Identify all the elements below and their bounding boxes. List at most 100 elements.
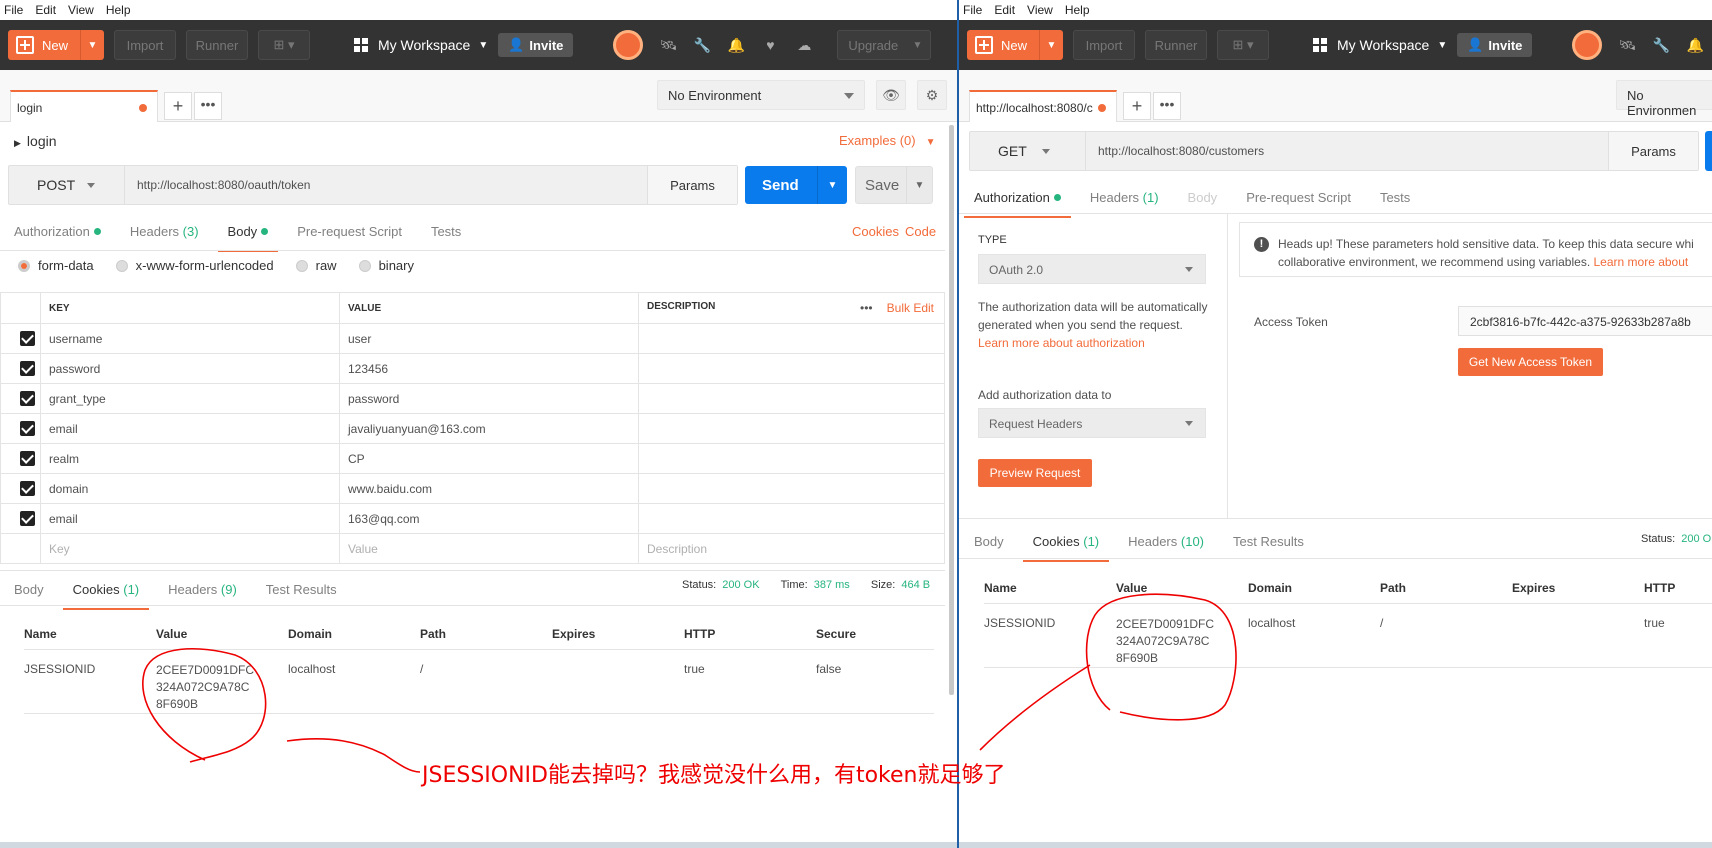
heart-icon[interactable]: ♥ — [761, 36, 779, 54]
wrench-icon[interactable]: 🔧 — [693, 36, 711, 54]
examples-dropdown[interactable]: Examples (0) ▼ — [839, 133, 935, 148]
key-cell[interactable]: realm — [40, 443, 340, 474]
request-name[interactable]: ▶ login — [14, 133, 57, 149]
tab-headers[interactable]: Headers (3) — [130, 222, 199, 252]
eye-icon[interactable]: 👁 — [876, 80, 906, 110]
value-cell[interactable]: javaliyuanyuan@163.com — [339, 413, 639, 444]
add-tab-button[interactable]: + — [164, 92, 192, 120]
key-placeholder[interactable]: Key — [40, 533, 340, 564]
description-cell[interactable] — [638, 503, 945, 534]
environment-select[interactable]: No Environment — [657, 80, 865, 110]
get-new-access-token-button[interactable]: Get New Access Token — [1458, 348, 1603, 376]
row-checkbox[interactable] — [0, 473, 41, 504]
menu-view[interactable]: View — [68, 3, 94, 17]
row-checkbox[interactable] — [0, 353, 41, 384]
send-button[interactable]: Send ▼ — [745, 166, 847, 204]
bell-icon[interactable]: 🔔 — [1686, 36, 1704, 54]
import-button[interactable]: Import — [1073, 30, 1135, 60]
scrollbar[interactable] — [949, 125, 954, 695]
value-placeholder[interactable]: Value — [339, 533, 639, 564]
method-select[interactable]: GET — [970, 132, 1086, 170]
value-cell[interactable]: password — [339, 383, 639, 414]
params-button[interactable]: Params — [1608, 132, 1698, 170]
upgrade-button[interactable]: Upgrade ▼ — [837, 30, 932, 60]
menu-view[interactable]: View — [1027, 3, 1053, 17]
value-cell[interactable]: user — [339, 323, 639, 354]
menu-file[interactable]: File — [963, 3, 982, 17]
save-button[interactable]: Save ▼ — [855, 166, 933, 204]
bulk-edit-link[interactable]: Bulk Edit — [887, 301, 934, 315]
description-cell[interactable] — [638, 353, 945, 384]
more-tabs-button[interactable]: ••• — [1153, 92, 1181, 120]
key-cell[interactable]: username — [40, 323, 340, 354]
row-checkbox[interactable] — [0, 383, 41, 414]
add-tab-button[interactable]: + — [1123, 92, 1151, 120]
new-window-button[interactable]: ⊞ ▾ — [258, 30, 310, 60]
row-checkbox[interactable] — [0, 413, 41, 444]
tab-authorization[interactable]: Authorization — [14, 222, 101, 252]
menu-help[interactable]: Help — [106, 3, 131, 17]
new-dropdown-icon[interactable]: ▼ — [1039, 30, 1063, 60]
description-cell[interactable] — [638, 443, 945, 474]
menu-file[interactable]: File — [4, 3, 23, 17]
radio-raw[interactable]: raw — [295, 258, 337, 273]
send-button[interactable] — [1705, 131, 1712, 171]
key-cell[interactable]: grant_type — [40, 383, 340, 414]
url-input[interactable]: http://localhost:8080/customers — [1086, 144, 1608, 158]
tab-tests[interactable]: Tests — [431, 222, 461, 252]
new-dropdown-icon[interactable]: ▼ — [80, 30, 104, 60]
radio-urlencoded[interactable]: x-www-form-urlencoded — [115, 258, 274, 273]
key-cell[interactable]: domain — [40, 473, 340, 504]
url-input[interactable]: http://localhost:8080/oauth/token — [125, 178, 647, 192]
method-select[interactable]: POST — [9, 166, 125, 204]
key-cell[interactable]: password — [40, 353, 340, 384]
code-link[interactable]: Code — [905, 224, 936, 239]
tab-body[interactable]: Body — [217, 222, 278, 252]
add-to-select[interactable]: Request Headers — [978, 408, 1206, 438]
learn-more-link[interactable]: Learn more about — [1594, 255, 1689, 269]
workspace-selector[interactable]: My Workspace ▼ — [1313, 37, 1447, 53]
import-button[interactable]: Import — [114, 30, 176, 60]
params-button[interactable]: Params — [647, 166, 737, 204]
description-cell[interactable] — [638, 323, 945, 354]
runner-button[interactable]: Runner — [186, 30, 248, 60]
sync-icon[interactable] — [613, 30, 644, 60]
row-checkbox[interactable] — [0, 323, 41, 354]
environment-select[interactable]: No Environmen — [1616, 80, 1712, 118]
row-checkbox[interactable] — [0, 503, 41, 534]
description-cell[interactable] — [638, 383, 945, 414]
value-cell[interactable]: www.baidu.com — [339, 473, 639, 504]
value-cell[interactable]: CP — [339, 443, 639, 474]
key-cell[interactable]: email — [40, 503, 340, 534]
cloud-icon[interactable]: ☁ — [795, 36, 813, 54]
new-button[interactable]: New ▼ — [8, 30, 104, 60]
workspace-selector[interactable]: My Workspace ▼ — [354, 37, 488, 53]
description-placeholder[interactable]: Description — [638, 533, 945, 564]
value-cell[interactable]: 123456 — [339, 353, 639, 384]
send-dropdown-icon[interactable]: ▼ — [817, 166, 847, 204]
menu-edit[interactable]: Edit — [35, 3, 56, 17]
menu-edit[interactable]: Edit — [994, 3, 1015, 17]
gear-icon[interactable]: ⚙ — [917, 80, 947, 110]
invite-button[interactable]: 👤 Invite — [1457, 33, 1533, 57]
cookies-link[interactable]: Cookies — [852, 224, 899, 239]
key-cell[interactable]: email — [40, 413, 340, 444]
tab-prerequest[interactable]: Pre-request Script — [297, 222, 402, 252]
radio-binary[interactable]: binary — [358, 258, 414, 273]
row-checkbox[interactable] — [0, 443, 41, 474]
invite-button[interactable]: 👤 Invite — [498, 33, 574, 57]
description-cell[interactable] — [638, 413, 945, 444]
request-tab-login[interactable]: login — [10, 90, 158, 122]
new-button[interactable]: New ▼ — [967, 30, 1063, 60]
radio-form-data[interactable]: form-data — [18, 258, 94, 273]
request-tab-customers[interactable]: http://localhost:8080/c — [969, 90, 1117, 122]
access-token-input[interactable]: 2cbf3816-b7fc-442c-a375-92633b287a8b — [1458, 306, 1712, 336]
sync-icon[interactable] — [1572, 30, 1603, 60]
description-cell[interactable] — [638, 473, 945, 504]
satellite-icon[interactable]: 🛰 — [1618, 36, 1637, 54]
value-cell[interactable]: 163@qq.com — [339, 503, 639, 534]
runner-button[interactable]: Runner — [1145, 30, 1207, 60]
more-options-icon[interactable]: ••• — [860, 301, 873, 315]
bell-icon[interactable]: 🔔 — [727, 36, 745, 54]
satellite-icon[interactable]: 🛰 — [659, 36, 678, 54]
